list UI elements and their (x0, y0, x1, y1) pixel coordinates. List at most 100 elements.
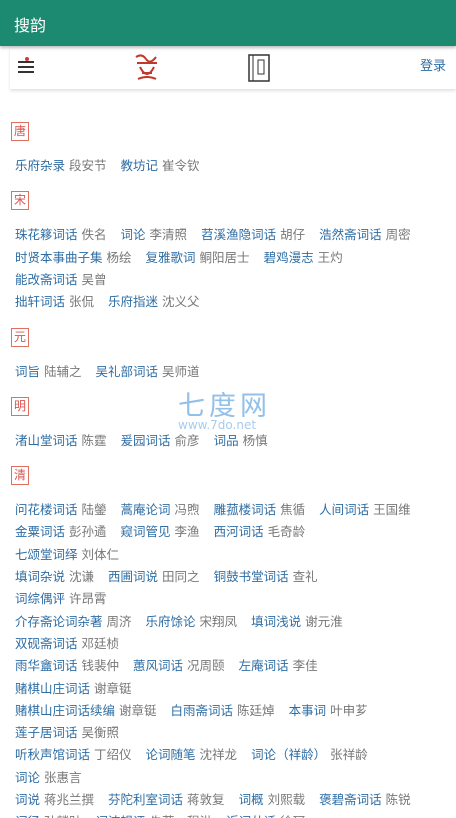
book-entry[interactable]: 铜鼓书堂词话 查礼 (214, 569, 318, 584)
book-title-link[interactable]: 词论 (121, 227, 146, 242)
book-entry[interactable]: 西圃词说 田同之 (108, 569, 200, 584)
book-title-link[interactable]: 乐府指迷 (108, 294, 158, 309)
book-title-link[interactable]: 词论 (15, 770, 40, 785)
book-entry[interactable]: 词品 杨慎 (214, 433, 268, 448)
book-title-link[interactable]: 听秋声馆词话 (15, 747, 90, 762)
book-title-link[interactable]: 雕菰楼词话 (214, 502, 277, 517)
book-title-link[interactable]: 词概 (239, 792, 264, 807)
book-entry[interactable]: 褒碧斋词话 陈锐 (319, 792, 411, 807)
book-entry[interactable]: 论词随笔 沈祥龙 (146, 747, 238, 762)
book-entry[interactable]: 金粟词话 彭孙遹 (15, 524, 107, 539)
book-title-link[interactable]: 珠花簃词话 (15, 227, 78, 242)
book-entry[interactable]: 问花楼词话 陆鎣 (15, 502, 107, 517)
book-title-link[interactable]: 赌棋山庄词话 (15, 681, 90, 696)
book-entry[interactable]: 蒿庵论词 冯煦 (121, 502, 200, 517)
book-entry[interactable]: 渚山堂词话 陈霆 (15, 433, 107, 448)
book-entry[interactable]: 听秋声馆词话 丁绍仪 (15, 747, 132, 762)
book-entry[interactable]: 西河词话 毛奇龄 (214, 524, 306, 539)
book-entry[interactable]: 碧鸡漫志 王灼 (264, 250, 343, 265)
book-title-link[interactable]: 渚山堂词话 (15, 433, 78, 448)
book-entry[interactable]: 苕溪渔隐词话 胡仔 (201, 227, 305, 242)
book-title-link[interactable]: 词旨 (15, 364, 40, 379)
book-entry[interactable]: 七颂堂词绎 刘体仁 (15, 547, 119, 562)
book-title-link[interactable]: 词径 (15, 814, 40, 818)
book-title-link[interactable]: 七颂堂词绎 (15, 547, 78, 562)
book-entry[interactable]: 雕菰楼词话 焦循 (214, 502, 306, 517)
book-title-link[interactable]: 教坊记 (121, 158, 159, 173)
book-title-link[interactable]: 能改斋词话 (15, 272, 78, 287)
book-entry[interactable]: 词论 张惠言 (15, 770, 82, 785)
book-entry[interactable]: 乐府杂录 段安节 (15, 158, 107, 173)
book-title-link[interactable]: 问花楼词话 (15, 502, 78, 517)
book-title-link[interactable]: 铜鼓书堂词话 (214, 569, 289, 584)
book-entry[interactable]: 窥词管见 李渔 (121, 524, 200, 539)
book-entry[interactable]: 人间词话 王国维 (319, 502, 411, 517)
book-entry[interactable]: 教坊记 崔令钦 (121, 158, 200, 173)
book-entry[interactable]: 时贤本事曲子集 杨绘 (15, 250, 132, 265)
book-title-link[interactable]: 苕溪渔隐词话 (201, 227, 276, 242)
book-entry[interactable]: 珠花簃词话 佚名 (15, 227, 107, 242)
book-entry[interactable]: 词洁辑评先著、程洪 (96, 814, 213, 818)
login-link[interactable]: 登录 (420, 55, 446, 74)
book-entry[interactable]: 填词浅说 谢元淮 (251, 614, 343, 629)
menu-icon[interactable] (18, 57, 36, 75)
book-entry[interactable]: 本事词 叶申芗 (289, 703, 368, 718)
book-entry[interactable]: 浩然斋词话 周密 (319, 227, 411, 242)
book-title-link[interactable]: 本事词 (289, 703, 327, 718)
book-title-link[interactable]: 填词杂说 (15, 569, 65, 584)
book-title-link[interactable]: 赌棋山庄词话续编 (15, 703, 115, 718)
book-title-link[interactable]: 拙轩词话 (15, 294, 65, 309)
book-entry[interactable]: 复雅歌词 鲖阳居士 (146, 250, 250, 265)
book-entry[interactable]: 吴礼部词话 吴师道 (96, 364, 200, 379)
book-entry[interactable]: 爰园词话 俞彦 (121, 433, 200, 448)
book-title-link[interactable]: 乐府馀论 (146, 614, 196, 629)
book-title-link[interactable]: 复雅歌词 (146, 250, 196, 265)
book-entry[interactable]: 蕙风词话 况周颐 (133, 658, 225, 673)
book-title-link[interactable]: 莲子居词话 (15, 725, 78, 740)
book-icon[interactable] (247, 53, 271, 83)
book-entry[interactable]: 近词丛话徐珂 (226, 814, 305, 818)
book-entry[interactable]: 词旨 陆辅之 (15, 364, 82, 379)
book-entry[interactable]: 左庵词话 李佳 (239, 658, 318, 673)
book-title-link[interactable]: 词说 (15, 792, 40, 807)
book-title-link[interactable]: 乐府杂录 (15, 158, 65, 173)
book-entry[interactable]: 赌棋山庄词话 谢章铤 (15, 681, 132, 696)
book-entry[interactable]: 填词杂说 沈谦 (15, 569, 94, 584)
book-entry[interactable]: 雨华盦词话 钱裴仲 (15, 658, 119, 673)
book-title-link[interactable]: 浩然斋词话 (319, 227, 382, 242)
book-entry[interactable]: 乐府馀论 宋翔凤 (146, 614, 238, 629)
book-title-link[interactable]: 雨华盦词话 (15, 658, 78, 673)
book-title-link[interactable]: 爰园词话 (121, 433, 171, 448)
book-entry[interactable]: 词论（祥龄） 张祥龄 (251, 747, 368, 762)
book-title-link[interactable]: 时贤本事曲子集 (15, 250, 103, 265)
book-entry[interactable]: 词概 刘熙载 (239, 792, 306, 807)
book-title-link[interactable]: 西河词话 (214, 524, 264, 539)
book-entry[interactable]: 能改斋词话 吴曾 (15, 272, 107, 287)
book-title-link[interactable]: 褒碧斋词话 (319, 792, 382, 807)
book-title-link[interactable]: 金粟词话 (15, 524, 65, 539)
book-title-link[interactable]: 人间词话 (319, 502, 369, 517)
book-entry[interactable]: 介存斋论词杂著 周济 (15, 614, 132, 629)
book-title-link[interactable]: 论词随笔 (146, 747, 196, 762)
book-entry[interactable]: 赌棋山庄词话续编 谢章铤 (15, 703, 157, 718)
book-title-link[interactable]: 吴礼部词话 (96, 364, 159, 379)
book-title-link[interactable]: 碧鸡漫志 (264, 250, 314, 265)
book-title-link[interactable]: 近词丛话 (226, 814, 276, 818)
book-entry[interactable]: 词综偶评 许昂霄 (15, 591, 107, 606)
book-entry[interactable]: 白雨斋词话 陈廷焯 (171, 703, 275, 718)
book-title-link[interactable]: 窥词管见 (121, 524, 171, 539)
book-entry[interactable]: 词径孙麟趾 (15, 814, 82, 818)
book-title-link[interactable]: 西圃词说 (108, 569, 158, 584)
book-title-link[interactable]: 白雨斋词话 (171, 703, 234, 718)
book-entry[interactable]: 芬陀利室词话 蒋敦复 (108, 792, 225, 807)
book-entry[interactable]: 莲子居词话 吴衡照 (15, 725, 119, 740)
book-title-link[interactable]: 填词浅说 (251, 614, 301, 629)
book-entry[interactable]: 拙轩词话 张侃 (15, 294, 94, 309)
book-entry[interactable]: 词说 蒋兆兰撰 (15, 792, 94, 807)
book-title-link[interactable]: 左庵词话 (239, 658, 289, 673)
book-title-link[interactable]: 蒿庵论词 (121, 502, 171, 517)
book-title-link[interactable]: 芬陀利室词话 (108, 792, 183, 807)
book-title-link[interactable]: 词洁辑评 (96, 814, 146, 818)
book-title-link[interactable]: 介存斋论词杂著 (15, 614, 103, 629)
book-entry[interactable]: 双砚斋词话 邓廷桢 (15, 636, 119, 651)
